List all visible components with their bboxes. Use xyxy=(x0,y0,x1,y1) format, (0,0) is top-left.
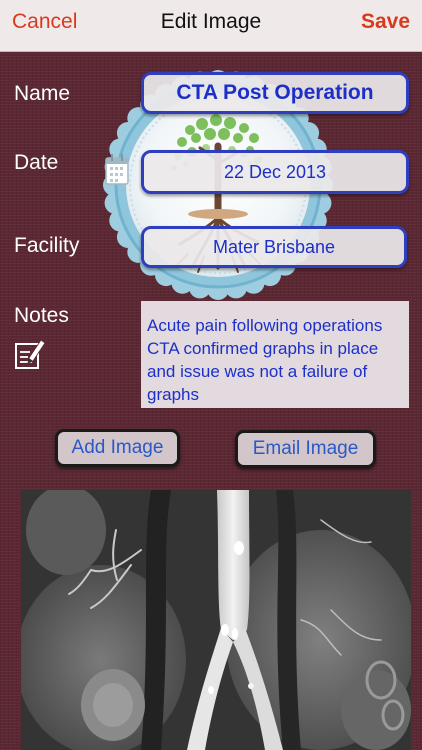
name-label: Name xyxy=(14,82,71,105)
facility-label: Facility xyxy=(14,234,80,257)
name-field[interactable]: CTA Post Operation xyxy=(141,72,409,114)
edit-notes-icon[interactable] xyxy=(14,336,46,372)
email-image-button[interactable]: Email Image xyxy=(235,430,376,468)
facility-field[interactable]: Mater Brisbane xyxy=(141,226,407,268)
calendar-icon[interactable] xyxy=(104,152,130,186)
add-image-button[interactable]: Add Image xyxy=(55,429,180,467)
navigation-bar: Cancel Edit Image Save xyxy=(0,0,422,52)
page-title: Edit Image xyxy=(160,10,262,33)
ct-scan-image xyxy=(21,490,411,750)
notes-textarea[interactable]: Acute pain following operations CTA conf… xyxy=(141,301,409,408)
notes-label: Notes xyxy=(14,304,69,327)
date-field[interactable]: 22 Dec 2013 xyxy=(141,150,409,194)
save-button[interactable]: Save xyxy=(361,10,410,34)
date-label: Date xyxy=(14,151,59,174)
